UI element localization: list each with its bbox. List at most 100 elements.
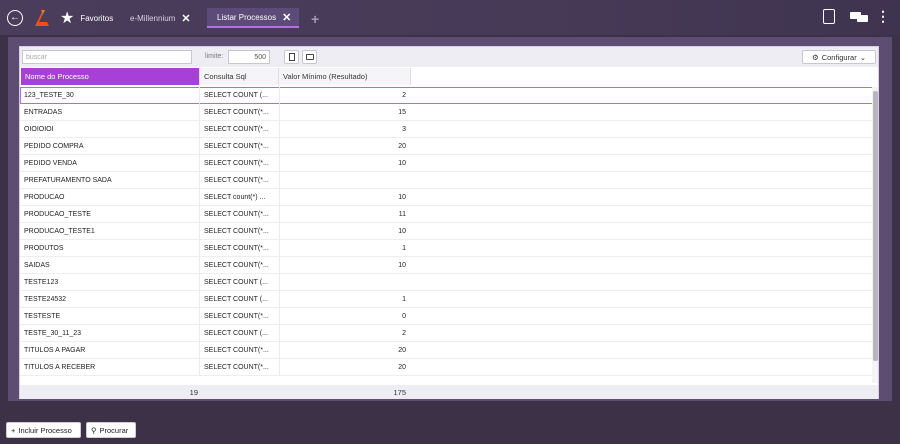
column-divider (279, 359, 280, 376)
column-divider (199, 121, 200, 138)
cell-process-name: PRODUTOS (24, 245, 64, 252)
table-row[interactable]: TESTE_30_11_23 SELECT COUNT (... 2 (20, 325, 878, 342)
cell-min-value: 20 (398, 347, 406, 354)
cell-process-name: PEDIDO COMPRA (24, 143, 84, 150)
column-header-sql[interactable]: Consulta Sql (200, 68, 279, 85)
scrollbar-thumb[interactable] (873, 91, 878, 361)
table-row[interactable]: SAIDAS SELECT COUNT(*... 10 (20, 257, 878, 274)
table-row[interactable]: OIOIOIOI SELECT COUNT(*... 3 (20, 121, 878, 138)
cell-min-value: 3 (402, 126, 406, 133)
configure-button[interactable]: ⚙ Configurar ⌄ (802, 50, 876, 64)
printer-icon (306, 54, 314, 60)
tab-listar-processos[interactable]: Listar Processos ✕ (207, 8, 299, 28)
column-header-name[interactable]: Nome do Processo (21, 68, 200, 85)
cell-min-value: 2 (402, 92, 406, 99)
column-divider (279, 155, 280, 172)
chat-icon[interactable] (850, 12, 868, 23)
cell-min-value: 11 (398, 211, 406, 218)
column-divider (279, 342, 280, 359)
table-row[interactable]: 123_TESTE_30 SELECT COUNT (... 2 (20, 87, 878, 104)
table-row[interactable]: PEDIDO VENDA SELECT COUNT(*... 10 (20, 155, 878, 172)
cell-sql-query: SELECT COUNT(*... (204, 177, 269, 184)
column-divider (279, 325, 280, 342)
more-menu-icon[interactable]: ⋮ (876, 8, 890, 25)
search-button[interactable]: ⚲ Procurar (86, 422, 136, 438)
export-button[interactable] (284, 50, 299, 64)
column-divider (279, 121, 280, 138)
close-icon[interactable]: ✕ (181, 12, 190, 25)
cell-sql-query: SELECT COUNT(*... (204, 245, 269, 252)
limit-input[interactable] (228, 50, 270, 64)
cell-sql-query: SELECT COUNT (... (204, 296, 268, 303)
column-divider (199, 189, 200, 206)
table-row[interactable]: PRODUTOS SELECT COUNT(*... 1 (20, 240, 878, 257)
cell-min-value: 20 (398, 364, 406, 371)
add-tab-icon[interactable]: + (311, 11, 319, 27)
cell-process-name: PEDIDO VENDA (24, 160, 77, 167)
cell-process-name: TITULOS A RECEBER (24, 364, 96, 371)
plus-icon: + (11, 425, 16, 435)
table-row[interactable]: TITULOS A RECEBER SELECT COUNT(*... 20 (20, 359, 878, 376)
column-divider (199, 325, 200, 342)
table-row[interactable]: TESTE24532 SELECT COUNT (... 1 (20, 291, 878, 308)
process-list-panel: limite: ⚙ Configurar ⌄ Nome do Processo … (19, 46, 879, 399)
cell-process-name: TESTE_30_11_23 (24, 330, 82, 337)
column-divider (199, 138, 200, 155)
cell-process-name: PRODUCAO (24, 194, 65, 201)
column-divider (279, 223, 280, 240)
column-divider (199, 291, 200, 308)
table-row[interactable]: PREFATURAMENTO SADA SELECT COUNT(*... (20, 172, 878, 189)
table-row[interactable]: PRODUCAO_TESTE1 SELECT COUNT(*... 10 (20, 223, 878, 240)
cell-process-name: ENTRADAS (24, 109, 63, 116)
print-button[interactable] (302, 50, 317, 64)
column-divider (199, 206, 200, 223)
cell-min-value: 10 (398, 194, 406, 201)
table-row[interactable]: PEDIDO COMPRA SELECT COUNT(*... 20 (20, 138, 878, 155)
column-divider (199, 240, 200, 257)
millennium-logo-icon[interactable] (33, 9, 51, 27)
back-arrow-icon[interactable]: ← (7, 10, 23, 26)
table-row[interactable]: PRODUCAO_TESTE SELECT COUNT(*... 11 (20, 206, 878, 223)
column-divider (199, 342, 200, 359)
search-label: Procurar (99, 425, 129, 435)
cell-min-value: 20 (398, 143, 406, 150)
search-input[interactable] (22, 50, 192, 64)
table-row[interactable]: ENTRADAS SELECT COUNT(*... 15 (20, 104, 878, 121)
cell-min-value (282, 172, 406, 189)
tab-label: e-Millennium (130, 13, 176, 23)
table-row[interactable]: TESTE123 SELECT COUNT (... (20, 274, 878, 291)
cell-min-value: 10 (398, 228, 406, 235)
column-title: Valor Mínimo (Resultado) (283, 72, 368, 81)
cell-sql-query: SELECT COUNT (... (204, 92, 268, 99)
table-row[interactable]: TESTESTE SELECT COUNT(*... 0 (20, 308, 878, 325)
row-count: 19 (189, 388, 198, 397)
column-header-value[interactable]: Valor Mínimo (Resultado) (279, 68, 411, 85)
clipboard-check-icon[interactable] (823, 9, 835, 24)
cell-process-name: OIOIOIOI (24, 126, 54, 133)
column-divider (279, 104, 280, 121)
table-footer: 19 175 (20, 385, 878, 399)
cell-min-value: 15 (398, 109, 406, 116)
table-row[interactable]: PRODUCAO SELECT count(*) ... 10 (20, 189, 878, 206)
tab-e-millennium[interactable]: e-Millennium ✕ (130, 8, 191, 28)
column-divider (279, 257, 280, 274)
column-divider (279, 206, 280, 223)
column-divider (279, 87, 280, 104)
close-icon[interactable]: ✕ (282, 11, 291, 24)
limit-label: limite: (205, 53, 224, 60)
configure-label: Configurar (821, 52, 857, 62)
tab-favoritos[interactable]: ★ Favoritos (60, 8, 113, 28)
cell-sql-query: SELECT COUNT(*... (204, 160, 269, 167)
column-divider (199, 223, 200, 240)
cell-min-value: 0 (402, 313, 406, 320)
cell-process-name: PRODUCAO_TESTE1 (24, 228, 95, 235)
tab-label: Favoritos (80, 13, 114, 23)
tab-label: Listar Processos (217, 12, 277, 22)
column-divider (199, 257, 200, 274)
add-process-button[interactable]: + Incluir Processo (6, 422, 81, 438)
cell-sql-query: SELECT COUNT(*... (204, 313, 269, 320)
gear-icon: ⚙ (811, 52, 819, 62)
table-row[interactable]: TITULOS A PAGAR SELECT COUNT(*... 20 (20, 342, 878, 359)
column-divider (279, 189, 280, 206)
cell-process-name: TESTE123 (24, 279, 59, 286)
